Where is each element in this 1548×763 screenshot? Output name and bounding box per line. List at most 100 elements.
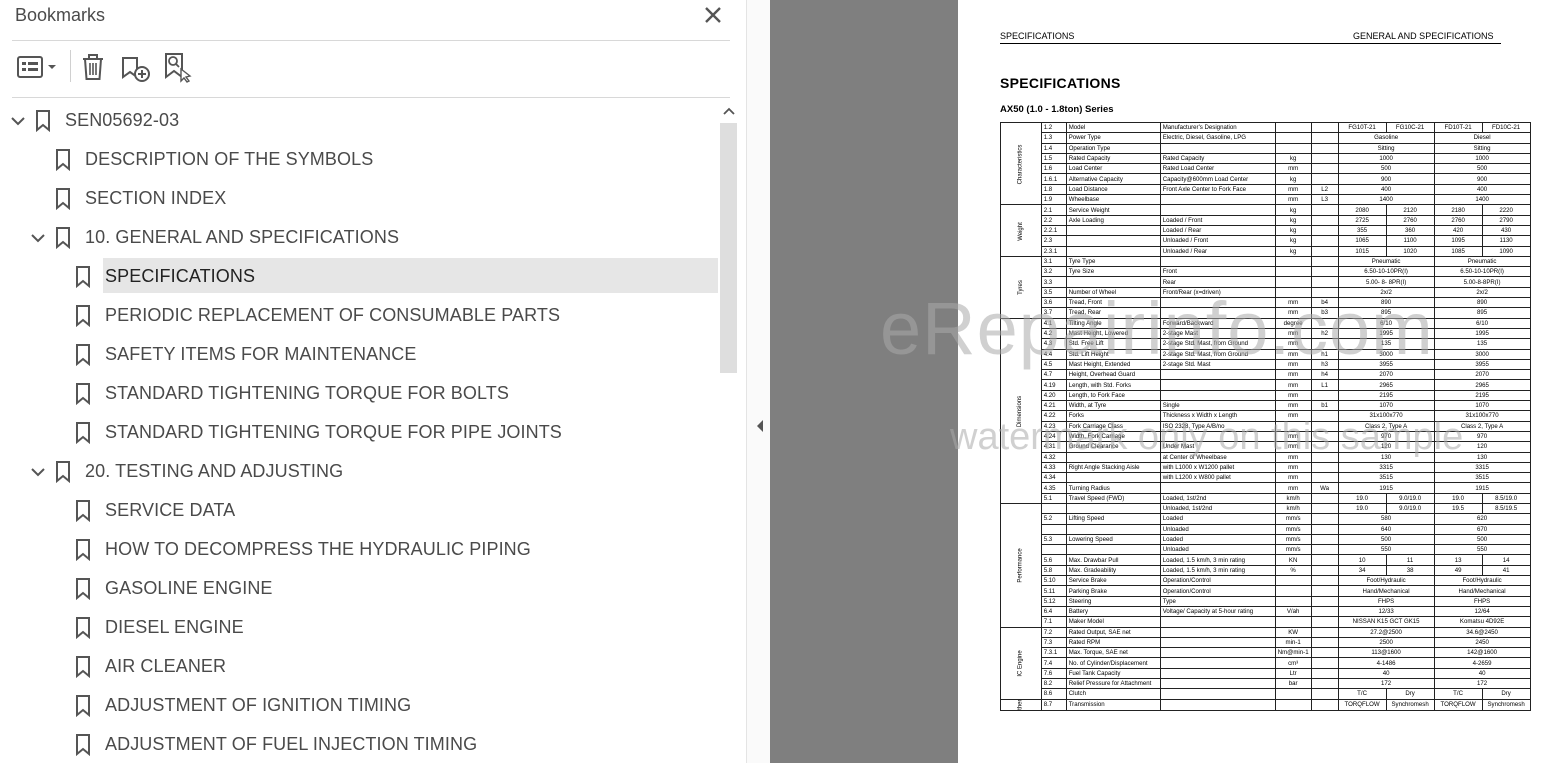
spec-cell bbox=[1274, 420, 1312, 432]
spec-cell: with L1200 x W800 pallet bbox=[1159, 472, 1276, 484]
panel-splitter[interactable] bbox=[746, 0, 770, 763]
spec-row: 1.3 Power Type Electric, Diesel, Gasoline,… bbox=[1001, 132, 1531, 144]
spec-value-cell: 31x100x770 bbox=[1433, 410, 1531, 422]
spec-value-cell: 2965 bbox=[1337, 379, 1435, 391]
spec-value-cell: 3315 bbox=[1337, 461, 1435, 474]
spec-cell: Rated Capacity bbox=[1065, 152, 1161, 165]
spec-value-cell: 1130 bbox=[1481, 235, 1531, 247]
spec-cell: mm/s bbox=[1274, 523, 1312, 535]
spec-cell: 4.23 bbox=[1040, 420, 1067, 432]
spec-cell: Type bbox=[1159, 595, 1276, 607]
spec-cell: bar bbox=[1274, 678, 1312, 690]
spec-cell bbox=[1065, 502, 1161, 515]
bookmark-item[interactable]: HOW TO DECOMPRESS THE HYDRAULIC PIPING bbox=[0, 530, 718, 569]
spec-cell: Single bbox=[1159, 400, 1276, 412]
bookmark-item[interactable]: SECTION INDEX bbox=[0, 179, 718, 218]
spec-cell: kg bbox=[1274, 204, 1312, 216]
spec-cell bbox=[1065, 235, 1161, 247]
spec-cell: Relief Pressure for Attachment bbox=[1065, 678, 1161, 690]
spec-value-cell: 620 bbox=[1433, 513, 1531, 525]
bookmark-item[interactable]: ADJUSTMENT OF IGNITION TIMING bbox=[0, 686, 718, 725]
bookmark-item[interactable]: ADJUSTMENT OF FUEL INJECTION TIMING bbox=[0, 725, 718, 763]
add-bookmark-icon[interactable] bbox=[118, 50, 152, 84]
find-bookmark-icon[interactable] bbox=[160, 50, 194, 84]
spec-value-cell: 130 bbox=[1337, 451, 1435, 463]
scroll-up-icon[interactable] bbox=[719, 101, 739, 121]
spec-value-cell: 360 bbox=[1385, 224, 1435, 237]
bookmark-item[interactable]: PERIODIC REPLACEMENT OF CONSUMABLE PARTS bbox=[0, 296, 718, 335]
bookmark-item[interactable]: DIESEL ENGINE bbox=[0, 608, 718, 647]
spec-cell bbox=[1310, 451, 1339, 463]
spec-cell: Front bbox=[1159, 266, 1276, 278]
spec-value-cell: 2760 bbox=[1433, 214, 1483, 226]
spec-value-cell: 430 bbox=[1481, 224, 1531, 237]
spec-cell: kg bbox=[1274, 224, 1312, 237]
bookmark-item-selected[interactable]: SPECIFICATIONS bbox=[0, 257, 718, 296]
chevron-down-icon[interactable] bbox=[29, 463, 47, 481]
trash-icon[interactable] bbox=[78, 50, 108, 84]
spec-cell bbox=[1310, 554, 1339, 566]
spec-value-cell: Dry bbox=[1385, 688, 1435, 700]
spec-cell bbox=[1310, 605, 1339, 618]
spec-cell bbox=[1274, 616, 1312, 628]
spec-cell bbox=[1310, 276, 1339, 288]
spec-cell: Length, with Std. Forks bbox=[1065, 379, 1161, 391]
spec-value-cell: 2760 bbox=[1385, 214, 1435, 226]
bookmark-item[interactable]: 20. TESTING AND ADJUSTING bbox=[0, 452, 718, 491]
spec-value-cell: 3955 bbox=[1337, 358, 1435, 371]
spec-cell: 4.34 bbox=[1040, 472, 1067, 484]
bookmark-icon bbox=[76, 616, 90, 639]
bookmark-label: DESCRIPTION OF THE SYMBOLS bbox=[85, 149, 374, 169]
spec-value-cell: Hand/Mechanical bbox=[1337, 585, 1435, 597]
spec-cell bbox=[1159, 678, 1276, 690]
spec-value-cell: 1995 bbox=[1337, 327, 1435, 340]
bookmark-icon bbox=[76, 577, 90, 600]
spec-cell: 5.6 bbox=[1040, 554, 1067, 566]
spec-value-cell: 500 bbox=[1433, 163, 1531, 175]
spec-value-cell: 500 bbox=[1337, 533, 1435, 546]
bookmark-item[interactable]: SERVICE DATA bbox=[0, 491, 718, 530]
spec-value-cell: 12/33 bbox=[1337, 605, 1435, 618]
spec-cell: mm bbox=[1274, 163, 1312, 175]
spec-cell bbox=[1310, 688, 1339, 700]
spec-cell: Unloaded bbox=[1159, 523, 1276, 535]
spec-cell: b4 bbox=[1310, 297, 1339, 309]
bookmark-item[interactable]: STANDARD TIGHTENING TORQUE FOR PIPE JOIN… bbox=[0, 413, 718, 452]
close-icon[interactable] bbox=[700, 2, 726, 28]
spec-value-cell: FD10T-21 bbox=[1433, 121, 1483, 134]
bookmark-item[interactable]: SAFETY ITEMS FOR MAINTENANCE bbox=[0, 335, 718, 374]
collapse-panel-icon[interactable] bbox=[755, 418, 765, 434]
spec-cell: b1 bbox=[1310, 400, 1339, 412]
scrollbar-thumb[interactable] bbox=[720, 123, 737, 373]
bookmark-item[interactable]: STANDARD TIGHTENING TORQUE FOR BOLTS bbox=[0, 374, 718, 413]
bookmark-item[interactable]: SEN05692-03 bbox=[0, 101, 718, 140]
chevron-down-icon[interactable] bbox=[9, 112, 27, 130]
spec-cell: 5.3 bbox=[1040, 533, 1067, 546]
bookmark-item[interactable]: DESCRIPTION OF THE SYMBOLS bbox=[0, 140, 718, 179]
spec-cell bbox=[1274, 121, 1312, 134]
bookmark-item[interactable]: GASOLINE ENGINE bbox=[0, 569, 718, 608]
spec-cell bbox=[1310, 626, 1339, 638]
bookmark-label: ADJUSTMENT OF IGNITION TIMING bbox=[105, 695, 412, 715]
spec-cell bbox=[1310, 616, 1339, 628]
spec-cell: Std. Lift Height bbox=[1065, 348, 1161, 360]
chevron-down-icon[interactable] bbox=[29, 229, 47, 247]
spec-cell bbox=[1310, 410, 1339, 422]
spec-value-cell: 2180 bbox=[1433, 204, 1483, 216]
spec-cell bbox=[1310, 152, 1339, 165]
spec-value-cell: 8.5/19.5 bbox=[1481, 502, 1531, 515]
page-header-left: SPECIFICATIONS bbox=[1000, 31, 1075, 41]
vertical-scrollbar[interactable] bbox=[719, 101, 739, 763]
spec-cell: Model bbox=[1065, 121, 1161, 134]
list-options-icon[interactable] bbox=[14, 50, 60, 84]
spec-cell bbox=[1310, 142, 1339, 154]
spec-row: Others 8.7 Transmission TORQFLOW Synchromesh… bbox=[1000, 698, 1531, 711]
bookmark-item[interactable]: 10. GENERAL AND SPECIFICATIONS bbox=[0, 218, 718, 257]
spec-cell: Ground Clearance bbox=[1065, 441, 1161, 453]
spec-cell: 3.1 bbox=[1040, 255, 1067, 268]
spec-value-cell: 135 bbox=[1337, 338, 1435, 350]
spec-cell: 2.3 bbox=[1040, 235, 1067, 247]
spec-cell: mm bbox=[1274, 327, 1312, 340]
bookmark-item[interactable]: AIR CLEANER bbox=[0, 647, 718, 686]
spec-cell: km/h bbox=[1274, 502, 1312, 515]
